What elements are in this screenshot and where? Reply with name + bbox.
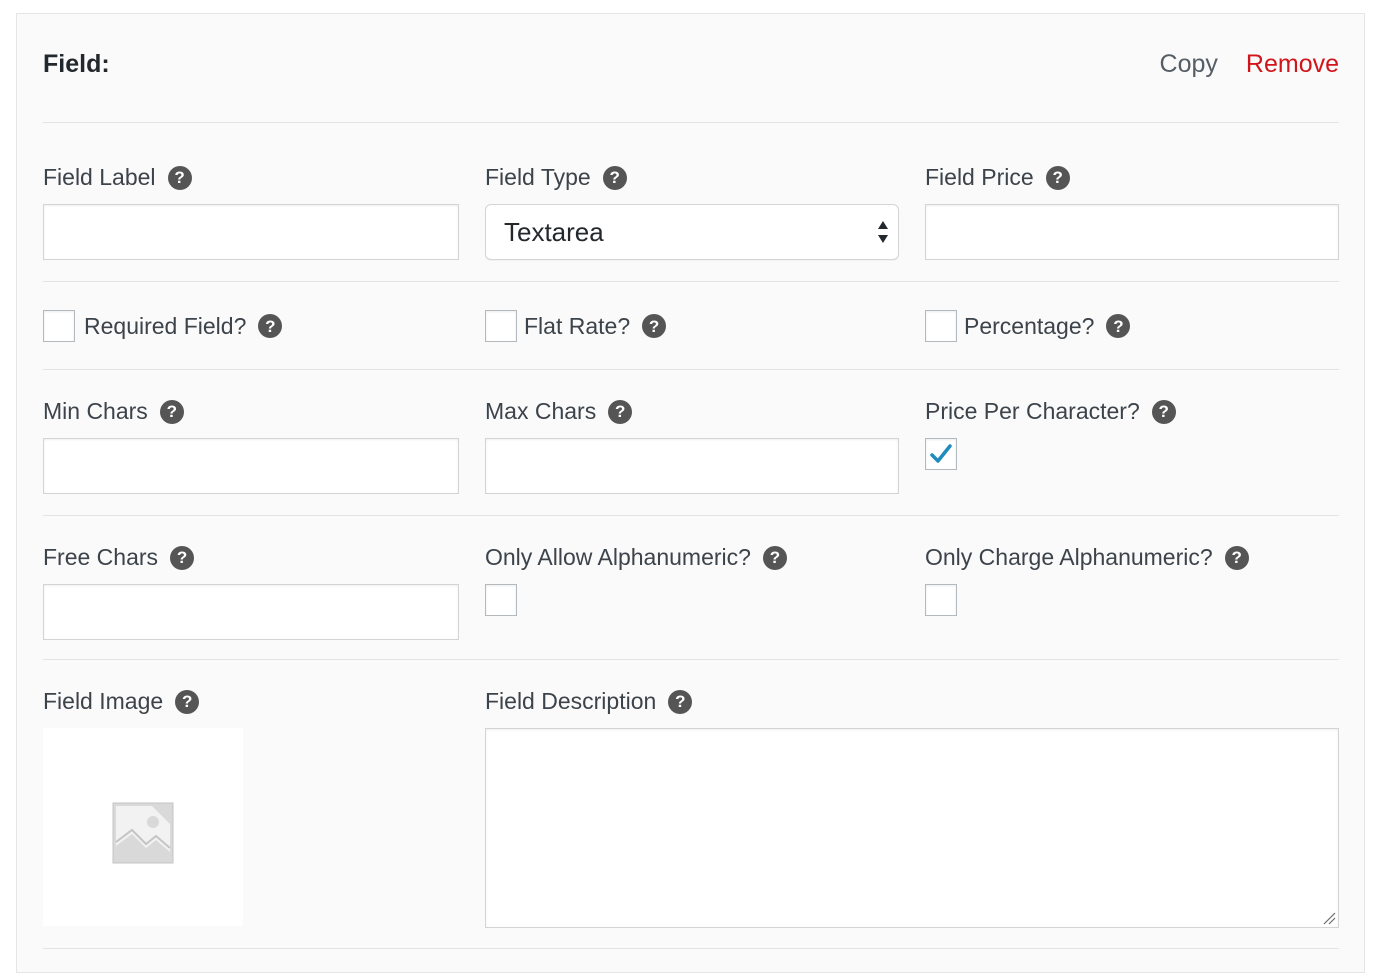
help-icon[interactable]: ? bbox=[608, 399, 633, 424]
help-icon[interactable]: ? bbox=[1151, 399, 1176, 424]
field-description-text: Field Description bbox=[485, 688, 657, 714]
help-icon[interactable]: ? bbox=[1045, 165, 1070, 190]
checkmark-icon bbox=[930, 444, 952, 463]
field-image-label: Field Image ? bbox=[43, 688, 200, 715]
field-label-input[interactable] bbox=[43, 204, 459, 260]
only-allow-alphanumeric-label: Only Allow Alphanumeric? ? bbox=[485, 544, 787, 571]
help-icon[interactable]: ? bbox=[642, 314, 667, 338]
field-title: Field: bbox=[43, 50, 110, 78]
divider bbox=[43, 659, 1339, 660]
field-label-text: Field Label bbox=[43, 164, 156, 190]
required-field-text: Required Field? bbox=[84, 312, 247, 339]
field-description-label: Field Description ? bbox=[485, 688, 693, 715]
divider bbox=[43, 948, 1339, 949]
divider bbox=[43, 122, 1339, 123]
percentage-checkbox[interactable] bbox=[925, 310, 957, 342]
only-allow-alphanumeric-text: Only Allow Alphanumeric? bbox=[485, 544, 751, 570]
field-price-input[interactable] bbox=[925, 204, 1339, 260]
divider bbox=[43, 515, 1339, 516]
help-icon[interactable]: ? bbox=[167, 165, 192, 190]
field-price-text: Field Price bbox=[925, 164, 1034, 190]
free-chars-label: Free Chars ? bbox=[43, 544, 195, 571]
min-chars-label: Min Chars ? bbox=[43, 398, 184, 425]
percentage-label: Percentage? ? bbox=[964, 310, 1131, 342]
field-header: Field: Copy Remove bbox=[43, 48, 1339, 84]
flat-rate-label: Flat Rate? ? bbox=[524, 310, 667, 342]
help-icon[interactable]: ? bbox=[602, 165, 627, 190]
remove-link[interactable]: Remove bbox=[1246, 50, 1339, 79]
field-image-upload[interactable] bbox=[43, 728, 243, 926]
field-panel: Field: Copy Remove Field Label ? Field T… bbox=[16, 13, 1365, 973]
divider bbox=[43, 281, 1339, 282]
help-icon[interactable]: ? bbox=[170, 545, 195, 570]
only-allow-alphanumeric-checkbox[interactable] bbox=[485, 584, 517, 616]
resize-handle-icon[interactable] bbox=[1322, 911, 1336, 925]
help-icon[interactable]: ? bbox=[175, 689, 200, 714]
help-icon[interactable]: ? bbox=[159, 399, 184, 424]
field-type-select[interactable]: Textarea bbox=[485, 204, 899, 260]
price-per-character-checkbox[interactable] bbox=[925, 438, 957, 470]
help-icon[interactable]: ? bbox=[1106, 314, 1131, 338]
price-per-character-label: Price Per Character? ? bbox=[925, 398, 1176, 425]
required-field-label: Required Field? ? bbox=[84, 310, 283, 342]
field-type-text: Field Type bbox=[485, 164, 591, 190]
divider bbox=[43, 369, 1339, 370]
min-chars-input[interactable] bbox=[43, 438, 459, 494]
field-price-label: Field Price ? bbox=[925, 164, 1070, 191]
max-chars-input[interactable] bbox=[485, 438, 899, 494]
field-label-label: Field Label ? bbox=[43, 164, 192, 191]
max-chars-label: Max Chars ? bbox=[485, 398, 633, 425]
flat-rate-text: Flat Rate? bbox=[524, 312, 631, 339]
free-chars-input[interactable] bbox=[43, 584, 459, 640]
field-type-value: Textarea bbox=[504, 216, 604, 247]
help-icon[interactable]: ? bbox=[258, 314, 283, 338]
flat-rate-checkbox[interactable] bbox=[485, 310, 517, 342]
only-charge-alphanumeric-text: Only Charge Alphanumeric? bbox=[925, 544, 1213, 570]
required-field-checkbox[interactable] bbox=[43, 310, 75, 342]
field-description-textarea[interactable] bbox=[485, 728, 1339, 928]
only-charge-alphanumeric-checkbox[interactable] bbox=[925, 584, 957, 616]
price-per-character-text: Price Per Character? bbox=[925, 398, 1140, 424]
help-icon[interactable]: ? bbox=[1224, 545, 1249, 570]
max-chars-text: Max Chars bbox=[485, 398, 597, 424]
only-charge-alphanumeric-label: Only Charge Alphanumeric? ? bbox=[925, 544, 1249, 571]
select-arrows-icon bbox=[878, 221, 888, 243]
free-chars-text: Free Chars bbox=[43, 544, 159, 570]
percentage-text: Percentage? bbox=[964, 312, 1095, 339]
header-actions: Copy Remove bbox=[1160, 50, 1339, 79]
field-image-text: Field Image bbox=[43, 688, 164, 714]
copy-link[interactable]: Copy bbox=[1160, 50, 1218, 79]
field-type-label: Field Type ? bbox=[485, 164, 627, 191]
image-placeholder-icon bbox=[112, 802, 174, 864]
help-icon[interactable]: ? bbox=[668, 689, 693, 714]
min-chars-text: Min Chars bbox=[43, 398, 148, 424]
help-icon[interactable]: ? bbox=[762, 545, 787, 570]
